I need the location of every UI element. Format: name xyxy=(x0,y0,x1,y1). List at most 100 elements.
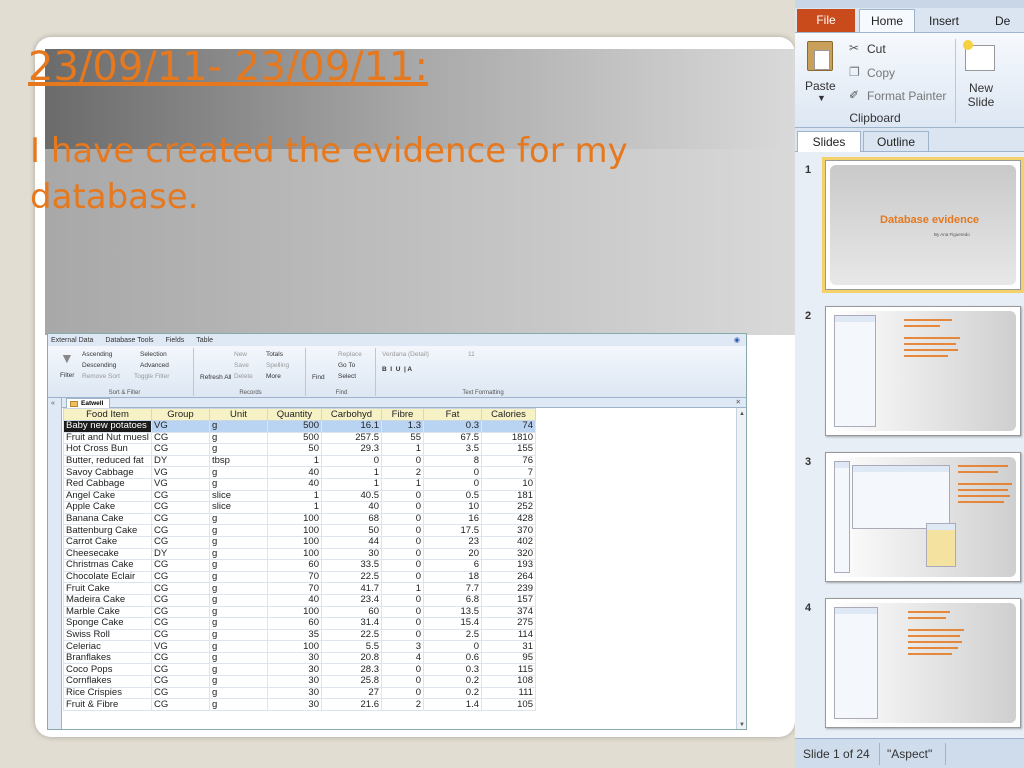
table-cell[interactable]: CG xyxy=(151,512,210,526)
table-cell[interactable]: 4 xyxy=(381,651,424,665)
table-cell[interactable]: g xyxy=(209,559,268,572)
table-cell[interactable]: 1 xyxy=(321,477,382,491)
table-cell[interactable]: 30 xyxy=(267,651,322,665)
paste-dropdown-icon[interactable]: ▼ xyxy=(817,93,826,103)
table-row[interactable]: Swiss Roll CG g 35 22.5 0 2.5 114 xyxy=(63,628,536,642)
table-cell[interactable]: 0.3 xyxy=(423,663,482,677)
table-cell[interactable]: 1.4 xyxy=(423,698,482,711)
table-cell[interactable]: g xyxy=(209,686,268,700)
slide-body-text[interactable]: I have created the evidence for my datab… xyxy=(30,128,750,220)
table-row[interactable]: Madeira Cake CG g 40 23.4 0 6.8 157 xyxy=(63,593,536,607)
slide-thumbnail-3[interactable] xyxy=(825,452,1021,582)
table-row[interactable]: Sponge Cake CG g 60 31.4 0 15.4 275 xyxy=(63,617,536,630)
table-cell[interactable]: 0 xyxy=(321,454,382,468)
table-cell[interactable]: 0 xyxy=(381,535,424,549)
table-cell[interactable]: g xyxy=(209,443,268,456)
slide-thumbnails-pane[interactable]: 1 Database evidence By Ana Figueredo 2 3 xyxy=(795,152,1024,738)
table-cell[interactable]: 114 xyxy=(481,628,536,642)
table-cell[interactable]: g xyxy=(209,593,268,607)
slide-thumbnail-1[interactable]: Database evidence By Ana Figueredo xyxy=(822,157,1024,293)
table-row[interactable]: Savoy Cabbage VG g 40 1 2 0 7 xyxy=(63,466,536,479)
table-cell[interactable]: 0 xyxy=(381,559,424,572)
table-row[interactable]: Fruit & Fibre CG g 30 21.6 2 1.4 105 xyxy=(63,698,536,711)
paste-icon[interactable] xyxy=(807,41,833,71)
table-cell[interactable]: 68 xyxy=(321,512,382,526)
table-cell[interactable]: g xyxy=(209,524,268,537)
table-cell[interactable]: 181 xyxy=(481,489,536,503)
table-cell[interactable]: Cornflakes xyxy=(63,675,152,688)
table-cell[interactable]: 2 xyxy=(381,698,424,711)
table-cell[interactable]: CG xyxy=(151,686,210,700)
table-cell[interactable]: 41.7 xyxy=(321,582,382,595)
column-header[interactable]: Fat xyxy=(423,408,482,421)
table-cell[interactable]: 0 xyxy=(381,605,424,619)
table-cell[interactable]: 1.3 xyxy=(381,420,424,433)
table-cell[interactable]: g xyxy=(209,477,268,491)
table-cell[interactable]: g xyxy=(209,698,268,711)
table-cell[interactable]: CG xyxy=(151,675,210,688)
table-cell[interactable]: 0 xyxy=(381,512,424,526)
table-cell[interactable]: Celeriac xyxy=(63,640,152,653)
column-header[interactable]: Food Item xyxy=(63,408,152,421)
table-cell[interactable]: Rice Crispies xyxy=(63,686,152,700)
table-cell[interactable]: DY xyxy=(151,454,210,468)
table-cell[interactable]: CG xyxy=(151,524,210,537)
table-cell[interactable]: 1 xyxy=(321,466,382,479)
table-cell[interactable]: Apple Cake xyxy=(63,501,152,514)
table-cell[interactable]: 60 xyxy=(267,559,322,572)
table-cell[interactable]: 257.5 xyxy=(321,431,382,445)
table-cell[interactable]: 320 xyxy=(481,547,536,561)
table-cell[interactable]: CG xyxy=(151,489,210,503)
table-cell[interactable]: g xyxy=(209,628,268,642)
table-cell[interactable]: 10 xyxy=(481,477,536,491)
table-cell[interactable]: 1810 xyxy=(481,431,536,445)
table-cell[interactable]: 0.5 xyxy=(423,489,482,503)
table-cell[interactable]: 40 xyxy=(267,593,322,607)
table-row[interactable]: Battenburg Cake CG g 100 50 0 17.5 370 xyxy=(63,524,536,537)
table-cell[interactable]: 1 xyxy=(381,582,424,595)
table-cell[interactable]: 0.2 xyxy=(423,675,482,688)
table-cell[interactable]: tbsp xyxy=(209,454,268,468)
table-cell[interactable]: 275 xyxy=(481,617,536,630)
table-row[interactable]: Christmas Cake CG g 60 33.5 0 6 193 xyxy=(63,559,536,572)
table-row[interactable]: Apple Cake CG slice 1 40 0 10 252 xyxy=(63,501,536,514)
table-cell[interactable]: g xyxy=(209,535,268,549)
table-cell[interactable]: 108 xyxy=(481,675,536,688)
table-cell[interactable]: 17.5 xyxy=(423,524,482,537)
table-cell[interactable]: CG xyxy=(151,431,210,445)
table-cell[interactable]: 10 xyxy=(423,501,482,514)
document-tab-eatwell[interactable]: Eatwell xyxy=(66,398,111,408)
table-cell[interactable]: 23 xyxy=(423,535,482,549)
table-cell[interactable]: CG xyxy=(151,582,210,595)
table-cell[interactable]: Angel Cake xyxy=(63,489,152,503)
table-cell[interactable]: Christmas Cake xyxy=(63,559,152,572)
table-cell[interactable]: 6.8 xyxy=(423,593,482,607)
table-cell[interactable]: 60 xyxy=(321,605,382,619)
table-cell[interactable]: g xyxy=(209,512,268,526)
table-cell[interactable]: 15.4 xyxy=(423,617,482,630)
table-cell[interactable]: CG xyxy=(151,628,210,642)
table-cell[interactable]: 27 xyxy=(321,686,382,700)
table-cell[interactable]: 0 xyxy=(381,501,424,514)
table-cell[interactable]: g xyxy=(209,640,268,653)
table-cell[interactable]: 155 xyxy=(481,443,536,456)
table-cell[interactable]: 264 xyxy=(481,570,536,584)
table-cell[interactable]: 20.8 xyxy=(321,651,382,665)
copy-button[interactable]: Copy xyxy=(867,66,895,80)
table-cell[interactable]: CG xyxy=(151,698,210,711)
table-row[interactable]: Fruit and Nut muesl CG g 500 257.5 55 67.5 1810 xyxy=(63,431,536,445)
table-cell[interactable]: 7.7 xyxy=(423,582,482,595)
table-cell[interactable]: 31 xyxy=(481,640,536,653)
paste-button[interactable]: Paste xyxy=(805,79,836,93)
table-cell[interactable]: Butter, reduced fat xyxy=(63,454,152,468)
table-cell[interactable]: 40.5 xyxy=(321,489,382,503)
table-cell[interactable]: g xyxy=(209,420,268,433)
table-cell[interactable]: 500 xyxy=(267,431,322,445)
table-cell[interactable]: 100 xyxy=(267,547,322,561)
table-cell[interactable]: 3.5 xyxy=(423,443,482,456)
table-row[interactable]: Baby new potatoes VG g 500 16.1 1.3 0.3 74 xyxy=(63,420,536,433)
table-row[interactable]: Branflakes CG g 30 20.8 4 0.6 95 xyxy=(63,651,536,665)
table-cell[interactable]: Chocolate Éclair xyxy=(63,570,152,584)
slide-thumbnail-2[interactable] xyxy=(825,306,1021,436)
new-slide-icon[interactable] xyxy=(963,40,995,71)
